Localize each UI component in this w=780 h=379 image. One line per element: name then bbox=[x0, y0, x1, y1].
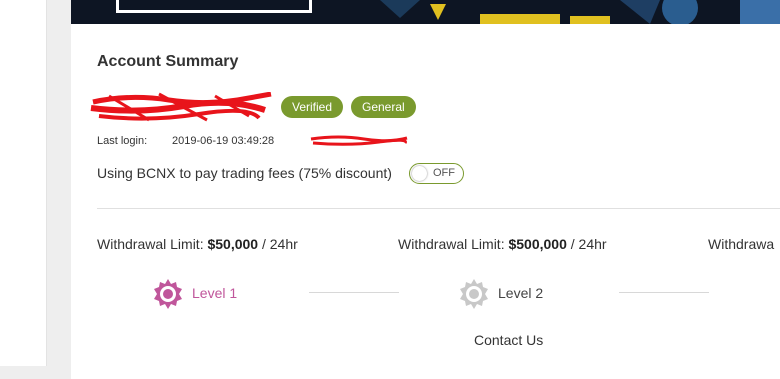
fee-discount-row: Using BCNX to pay trading fees (75% disc… bbox=[97, 163, 464, 185]
limit-period: / 24hr bbox=[258, 236, 298, 252]
last-login-time: 2019-06-19 03:49:28 bbox=[172, 135, 275, 147]
level-badge-icon bbox=[460, 279, 488, 309]
page-title: Account Summary bbox=[97, 53, 239, 70]
limit-amount: $500,000 bbox=[508, 236, 567, 252]
withdrawal-limit-level3: Withdrawa bbox=[708, 236, 774, 252]
left-panel bbox=[0, 0, 47, 366]
limit-amount: $50,000 bbox=[207, 236, 259, 252]
level-connector bbox=[619, 292, 709, 293]
withdrawal-limit-level2: Withdrawal Limit: $500,000 / 24hr bbox=[398, 236, 607, 252]
limit-label: Withdrawal Limit: bbox=[398, 236, 509, 252]
toggle-state: OFF bbox=[433, 167, 455, 179]
banner-decoration bbox=[380, 0, 780, 24]
divider bbox=[97, 208, 780, 209]
account-summary-card: Account Summary Verified General Last lo… bbox=[71, 24, 780, 379]
last-login-label: Last login: bbox=[97, 135, 148, 147]
contact-us-link[interactable]: Contact Us bbox=[474, 332, 543, 348]
redacted-email bbox=[90, 92, 272, 122]
withdrawal-limit-level1: Withdrawal Limit: $50,000 / 24hr bbox=[97, 236, 298, 252]
level-label: Level 2 bbox=[498, 285, 544, 301]
promo-banner[interactable] bbox=[71, 0, 780, 24]
redacted-ip bbox=[310, 135, 408, 146]
level-label: Level 1 bbox=[192, 285, 238, 301]
toggle-knob bbox=[412, 166, 427, 181]
level-badge-icon bbox=[154, 279, 182, 309]
banner-frame bbox=[116, 0, 312, 13]
limit-label: Withdrawa bbox=[708, 236, 775, 252]
fee-discount-text: Using BCNX to pay trading fees (75% disc… bbox=[97, 165, 392, 181]
level-connector bbox=[309, 292, 399, 293]
limit-period: / 24hr bbox=[566, 236, 607, 252]
fee-discount-toggle[interactable]: OFF bbox=[409, 163, 464, 184]
general-badge: General bbox=[351, 96, 416, 118]
limit-label: Withdrawal Limit: bbox=[97, 236, 208, 252]
verified-badge: Verified bbox=[281, 96, 344, 118]
